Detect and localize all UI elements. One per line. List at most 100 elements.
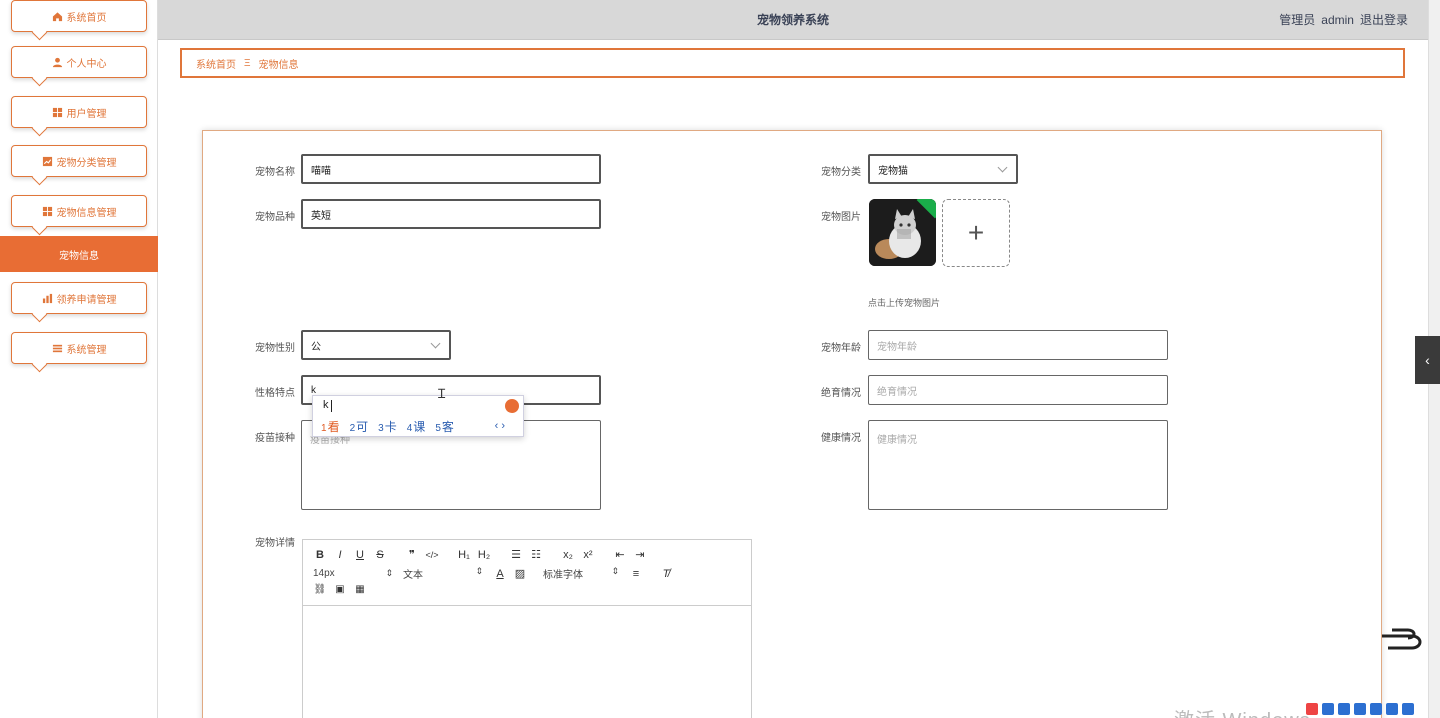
health-label: 健康情况 [821,433,861,444]
ime-candidate[interactable]: 1看 [321,418,340,435]
background-color-icon[interactable]: ▨ [513,567,527,580]
top-header: 宠物领养系统 管理员 admin 退出登录 [158,0,1428,40]
sidebar-subitem-label: 宠物信息 [59,250,99,262]
pet-age-input[interactable]: 宠物年龄 [868,330,1168,360]
user-area: 管理员 admin 退出登录 [1273,11,1408,28]
editor-content[interactable] [303,606,751,718]
align-icon[interactable]: ≡ [629,568,643,580]
breadcrumb-current: 宠物信息 [258,59,299,71]
sidebar-item-adoption[interactable]: 领养申请管理 [11,282,147,314]
pet-breed-input[interactable]: 英短 [301,199,601,229]
app-title: 宠物领养系统 [756,13,829,27]
sidebar-item-label: 用户管理 [66,108,107,120]
sidebar-item-label: 宠物分类管理 [56,157,117,169]
pet-age-label: 宠物年龄 [821,343,861,354]
ime-candidate[interactable]: 3卡 [378,418,397,435]
font-color-icon[interactable]: A [493,568,507,580]
sidebar-subitem-pet-info[interactable]: 宠物信息 [0,236,158,272]
chevron-down-icon [430,338,441,349]
header-1-button[interactable]: H₁ [457,549,471,561]
ime-candidate-window: k 1看 2可 3卡 4课 5客 ‹ › [312,395,524,437]
ime-candidate[interactable]: 4课 [407,418,426,435]
tray-moon-icon[interactable] [1338,703,1350,715]
sidebar-item-label: 系统管理 [66,344,107,356]
side-panel-toggle[interactable]: ‹ [1415,336,1440,384]
strikethrough-button[interactable]: S [373,549,387,561]
plus-icon: + [967,217,985,248]
tray-mic-icon[interactable] [1354,703,1366,715]
image-icon[interactable]: ▣ [333,584,347,595]
pet-gender-select[interactable]: 公 [301,330,451,360]
breadcrumb-home[interactable]: 系统首页 [196,56,236,71]
details-label: 宠物详情 [255,538,295,549]
sidebar-item-home[interactable]: 系统首页 [11,0,147,32]
ime-candidates: 1看 2可 3卡 4课 5客 [321,418,454,435]
bar-chart-icon [42,293,52,303]
toolbar-row-format: B I U S ❞ </> H₁ H₂ ☰ ☷ x₂ x² ⇤ ⇥ [313,548,653,562]
bold-button[interactable]: B [313,549,327,561]
indent-button[interactable]: ⇥ [633,548,647,561]
tray-shirt-icon[interactable] [1386,703,1398,715]
header-2-button[interactable]: H₂ [477,549,491,561]
user-icon [52,57,62,67]
tray-grid-icon[interactable] [1402,703,1414,715]
video-icon[interactable]: ▦ [353,584,367,595]
sidebar-item-pet-info[interactable]: 宠物信息管理 [11,195,147,227]
sidebar-item-user-management[interactable]: 用户管理 [11,96,147,128]
outdent-button[interactable]: ⇤ [613,548,627,561]
vaccine-label: 疫苗接种 [255,433,295,444]
sidebar-item-system[interactable]: 系统管理 [11,332,147,364]
link-icon[interactable]: ⛓ [313,584,327,595]
grid-icon [42,206,52,216]
sterilization-input[interactable]: 绝育情况 [868,375,1168,405]
pet-gender-value: 公 [311,341,321,353]
pet-name-label: 宠物名称 [255,167,295,178]
toolbar-row-style: 14px 文本 A ▨ 标准字体 ≡ T̸ [313,566,679,581]
sterilization-label: 绝育情况 [821,388,861,399]
health-textarea[interactable]: 健康情况 [868,420,1168,510]
tray-app-icon[interactable] [1306,703,1318,715]
tray-input-icon[interactable] [1322,703,1334,715]
sidebar-item-personal-center[interactable]: 个人中心 [11,46,147,78]
upload-hint: 点击上传宠物图片 [868,298,941,308]
pet-gender-label: 宠物性别 [255,343,295,354]
sidebar-item-label: 宠物信息管理 [56,207,117,219]
sidebar: 系统首页 个人中心 用户管理 宠物分类管理 宠物信息管理 宠物信息 领养申请管理… [0,0,158,718]
grid-icon [52,107,62,117]
ime-page-nav[interactable]: ‹ › [495,420,505,432]
code-block-button[interactable]: </> [425,550,439,560]
pet-image-thumbnail[interactable] [869,199,936,266]
ordered-list-button[interactable]: ☰ [509,548,523,561]
ime-candidate[interactable]: 5客 [435,418,454,435]
upload-image-button[interactable]: + [942,199,1010,267]
sidebar-item-label: 个人中心 [66,58,107,70]
blockquote-button[interactable]: ❞ [405,548,419,561]
logout-link[interactable]: 退出登录 [1360,13,1408,27]
pet-category-label: 宠物分类 [821,167,861,178]
font-size-select[interactable]: 14px [313,568,393,579]
tray-keyboard-icon[interactable] [1370,703,1382,715]
text-cursor-icon: Ɪ [438,386,446,401]
superscript-button[interactable]: x² [581,549,595,561]
pet-category-select[interactable]: 宠物猫 [868,154,1018,184]
ime-logo-icon [505,399,519,413]
text-type-select[interactable]: 文本 [403,566,483,581]
pet-category-value: 宠物猫 [878,165,908,177]
clear-format-icon[interactable]: T̸ [659,568,673,580]
italic-button[interactable]: I [333,549,347,561]
subscript-button[interactable]: x₂ [561,549,575,561]
ime-candidate[interactable]: 2可 [350,418,369,435]
home-icon [52,11,62,21]
list-icon [52,344,62,352]
bullet-list-button[interactable]: ☷ [529,548,543,561]
font-family-select[interactable]: 标准字体 [543,566,619,581]
personality-label: 性格特点 [255,388,295,399]
chart-icon [42,156,52,166]
pet-image-label: 宠物图片 [821,212,861,223]
pet-name-input[interactable]: 喵喵 [301,154,601,184]
user-role: 管理员 [1279,13,1316,27]
sidebar-item-pet-category[interactable]: 宠物分类管理 [11,145,147,177]
breadcrumb: 系统首页 Ξ 宠物信息 [180,48,1405,78]
cloud-icon [1382,628,1422,650]
underline-button[interactable]: U [353,549,367,561]
